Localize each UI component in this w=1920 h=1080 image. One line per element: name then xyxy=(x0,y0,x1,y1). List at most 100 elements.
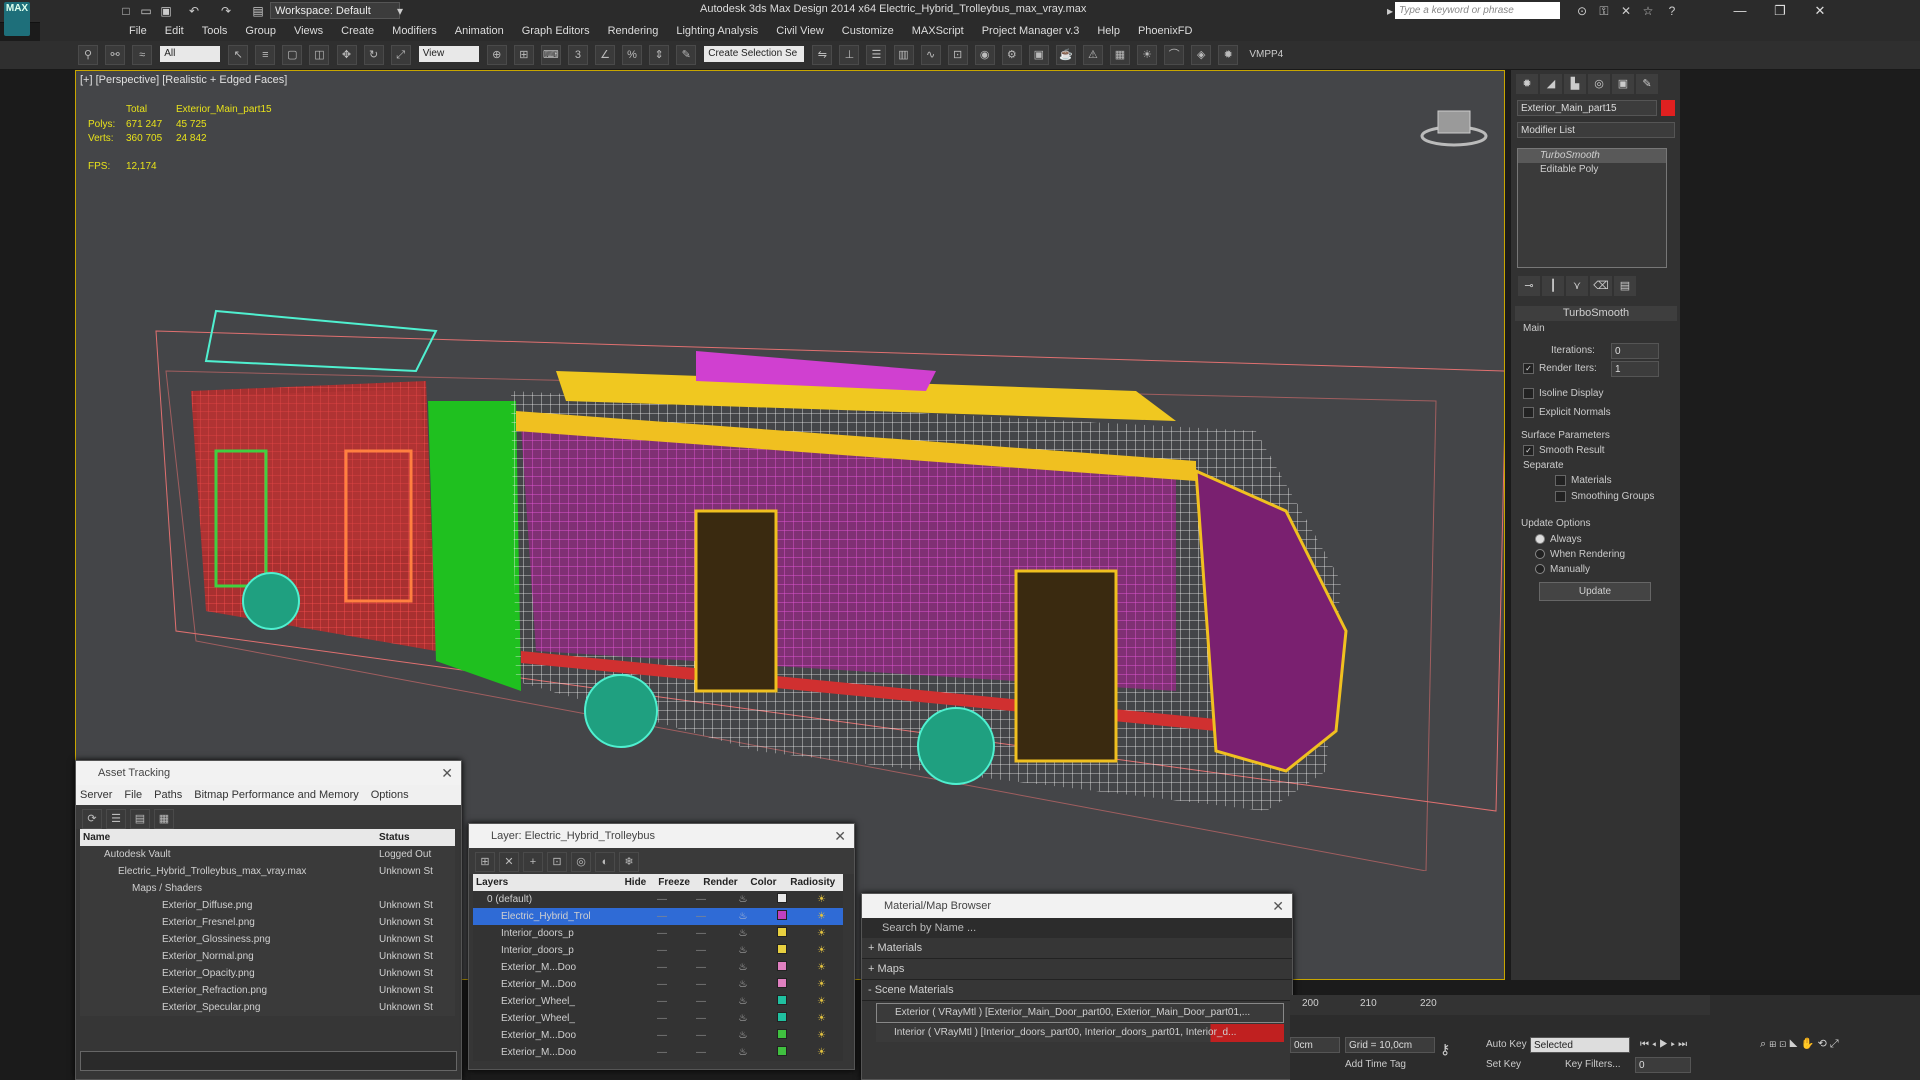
layer-hide-toggle[interactable]: — xyxy=(644,976,680,993)
select-by-name-icon[interactable]: ≡ xyxy=(255,45,276,65)
show-end-result-icon[interactable]: ┃ xyxy=(1542,276,1564,296)
z-coordinate-field[interactable]: 0cm xyxy=(1290,1037,1340,1053)
menu-lighting-analysis[interactable]: Lighting Analysis xyxy=(667,22,767,41)
radiosity-icon[interactable]: ☀ xyxy=(800,925,843,942)
viewport-label[interactable]: [+] [Perspective] [Realistic + Edged Fac… xyxy=(80,74,287,86)
binoculars-icon[interactable]: ⊙ xyxy=(1574,3,1590,19)
layer-row[interactable]: Exterior_Wheel_ — — ♨ ☀ xyxy=(473,993,843,1010)
go-to-end-icon[interactable]: ⏭ xyxy=(1678,1039,1687,1050)
iterations-spinner[interactable]: 0 xyxy=(1611,343,1659,359)
radiosity-icon[interactable]: ☀ xyxy=(800,993,843,1010)
pan-icon[interactable]: ✋ xyxy=(1801,1038,1815,1050)
select-object-icon[interactable]: ↖ xyxy=(228,45,249,65)
column-name[interactable]: Name xyxy=(80,829,376,846)
rotate-icon[interactable]: ↻ xyxy=(363,45,384,65)
teapot-icon[interactable]: ♨ xyxy=(722,908,764,925)
create-tab-icon[interactable]: ✹ xyxy=(1516,74,1538,94)
layer-hide-toggle[interactable]: — xyxy=(644,925,680,942)
tree-view-icon[interactable]: ▤ xyxy=(130,809,150,829)
menu-customize[interactable]: Customize xyxy=(833,22,903,41)
separate-smoothing-groups-checkbox[interactable]: Smoothing Groups xyxy=(1555,491,1654,502)
set-key-button[interactable]: Set Key xyxy=(1486,1059,1521,1070)
minimize-icon[interactable]: — xyxy=(1720,0,1760,22)
select-manipulate-icon[interactable]: ⊞ xyxy=(513,45,534,65)
align-icon[interactable]: ⊥ xyxy=(839,45,860,65)
update-manually-radio[interactable]: Manually xyxy=(1535,564,1590,575)
column-layers[interactable]: Layers xyxy=(473,874,619,891)
undo-icon[interactable]: ↶ xyxy=(186,3,202,19)
key-mode-dropdown[interactable]: Selected xyxy=(1530,1037,1630,1053)
schematic-view-icon[interactable]: ⊡ xyxy=(947,45,968,65)
column-hide[interactable]: Hide xyxy=(619,874,652,891)
radiosity-icon[interactable]: ☀ xyxy=(800,908,843,925)
vray-plane-icon[interactable]: ⌒ xyxy=(1164,45,1185,65)
highlight-layer-icon[interactable]: ◎ xyxy=(571,852,591,872)
workspace-dropdown[interactable]: Workspace: Default xyxy=(270,2,400,19)
layer-hide-toggle[interactable]: — xyxy=(644,993,680,1010)
motion-tab-icon[interactable]: ◎ xyxy=(1588,74,1610,94)
zoom-extents-icon[interactable]: ⊡ xyxy=(1779,1038,1786,1050)
scene-material-interior[interactable]: Interior ( VRayMtl ) [Interior_doors_par… xyxy=(876,1024,1284,1042)
layer-hide-toggle[interactable]: — xyxy=(644,908,680,925)
menu-civil-view[interactable]: Civil View xyxy=(767,22,832,41)
layer-color-swatch[interactable] xyxy=(764,959,800,976)
layer-freeze-toggle[interactable]: — xyxy=(680,942,722,959)
smooth-result-checkbox[interactable]: ✓ Smooth Result xyxy=(1523,445,1605,456)
vray-sun-icon[interactable]: ✹ xyxy=(1218,45,1239,65)
search-input[interactable]: Type a keyword or phrase xyxy=(1395,2,1560,19)
previous-frame-icon[interactable]: ◂ xyxy=(1652,1039,1657,1050)
layer-color-swatch[interactable] xyxy=(764,1044,800,1061)
redo-icon[interactable]: ↷ xyxy=(218,3,234,19)
menu-animation[interactable]: Animation xyxy=(446,22,513,41)
key-icon[interactable]: ⚿ xyxy=(1596,3,1612,19)
select-region-icon[interactable]: ▢ xyxy=(282,45,303,65)
layer-hide-toggle[interactable]: — xyxy=(644,891,680,908)
layer-freeze-toggle[interactable]: — xyxy=(680,1010,722,1027)
menu-rendering[interactable]: Rendering xyxy=(599,22,668,41)
asset-tracking-titlebar[interactable]: Asset Tracking ✕ xyxy=(76,761,461,785)
scale-icon[interactable]: ⤢ xyxy=(390,45,411,65)
layer-hide-toggle[interactable]: — xyxy=(644,1010,680,1027)
layer-row[interactable]: 0 (default) — — ♨ ☀ xyxy=(473,891,843,908)
project-folder-icon[interactable]: ▤ xyxy=(250,3,266,19)
menu-tools[interactable]: Tools xyxy=(193,22,237,41)
layer-color-swatch[interactable] xyxy=(764,1010,800,1027)
layer-freeze-toggle[interactable]: — xyxy=(680,959,722,976)
layer-freeze-toggle[interactable]: — xyxy=(680,908,722,925)
layer-row[interactable]: Exterior_M...Doo — — ♨ ☀ xyxy=(473,959,843,976)
angle-snap-icon[interactable]: ∠ xyxy=(595,45,615,65)
select-in-layer-icon[interactable]: ⊡ xyxy=(547,852,567,872)
delete-layer-icon[interactable]: ✕ xyxy=(499,852,519,872)
viewcube-icon[interactable] xyxy=(1416,101,1496,151)
update-always-radio[interactable]: Always xyxy=(1535,534,1582,545)
pivot-center-icon[interactable]: ⊕ xyxy=(486,45,507,65)
layer-color-swatch[interactable] xyxy=(764,942,800,959)
table-view-icon[interactable]: ▦ xyxy=(154,809,174,829)
column-status[interactable]: Status xyxy=(376,829,455,846)
layer-freeze-toggle[interactable]: — xyxy=(680,925,722,942)
exchange-icon[interactable]: ✕ xyxy=(1618,3,1634,19)
stack-item-turbosmooth[interactable]: TurboSmooth xyxy=(1518,149,1666,163)
spinner-snap-icon[interactable]: ⇕ xyxy=(649,45,670,65)
radiosity-icon[interactable]: ☀ xyxy=(800,959,843,976)
menu-modifiers[interactable]: Modifiers xyxy=(383,22,446,41)
configure-sets-icon[interactable]: ▤ xyxy=(1614,276,1636,296)
freeze-all-layers-icon[interactable]: ❄ xyxy=(619,852,639,872)
reference-coordinate-dropdown[interactable]: View xyxy=(418,46,479,62)
explicit-normals-checkbox[interactable]: Explicit Normals xyxy=(1523,407,1611,418)
help-icon[interactable]: ? xyxy=(1664,3,1680,19)
layer-freeze-toggle[interactable]: — xyxy=(680,976,722,993)
edit-named-selection-icon[interactable]: ✎ xyxy=(676,45,697,65)
list-view-icon[interactable]: ☰ xyxy=(106,809,126,829)
layer-color-swatch[interactable] xyxy=(764,993,800,1010)
create-layer-icon[interactable]: ⊞ xyxy=(475,852,495,872)
table-row[interactable]: Exterior_Refraction.png Unknown St xyxy=(80,982,455,999)
maximize-icon[interactable]: ❐ xyxy=(1760,0,1800,22)
table-row[interactable]: Electric_Hybrid_Trolleybus_max_vray.max U… xyxy=(80,863,455,880)
radiosity-icon[interactable]: ☀ xyxy=(800,1044,843,1061)
auto-key-button[interactable]: Auto Key xyxy=(1486,1039,1527,1050)
display-tab-icon[interactable]: ▣ xyxy=(1612,74,1634,94)
hide-all-layers-icon[interactable]: ◐ xyxy=(595,852,615,872)
radiosity-icon[interactable]: ☀ xyxy=(800,942,843,959)
object-name-field[interactable]: Exterior_Main_part15 xyxy=(1517,100,1657,116)
